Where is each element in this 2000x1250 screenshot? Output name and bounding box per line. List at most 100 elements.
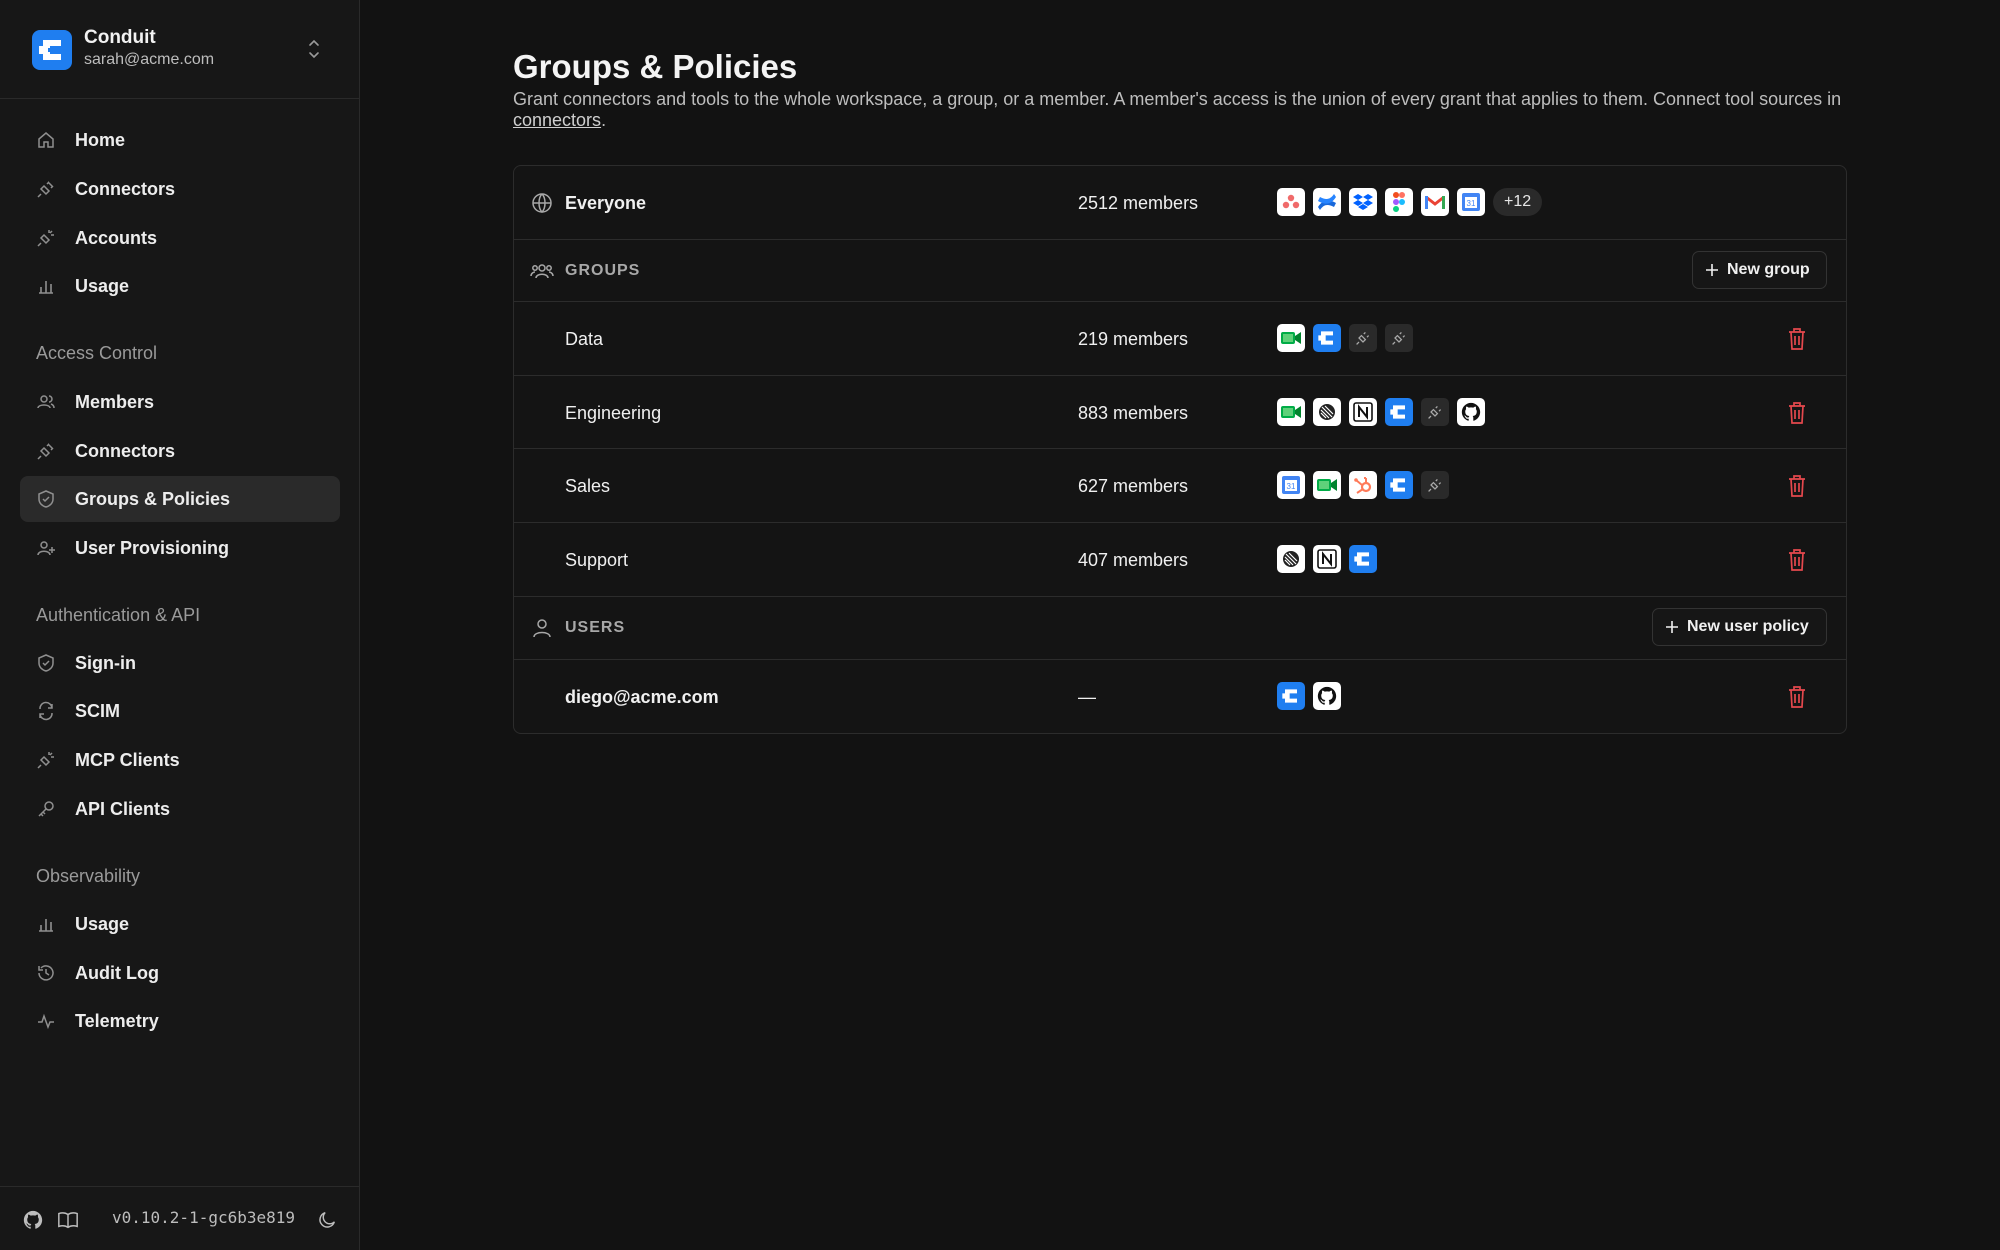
nav-item-access-connectors[interactable]: Connectors [20,428,340,474]
nav-item-members[interactable]: Members [20,379,340,425]
nav-item-mcp-clients[interactable]: MCP Clients [20,737,340,783]
trash-icon[interactable] [1786,474,1808,498]
nav-item-api-clients[interactable]: API Clients [20,786,340,832]
trash-icon[interactable] [1786,401,1808,425]
org-name: Conduit [84,27,156,48]
group-connectors: 31 [1277,471,1449,499]
page-description: Grant connectors and tools to the whole … [513,89,1843,131]
group-row-engineering[interactable]: Engineering 883 members [514,376,1846,449]
plus-icon [1706,264,1718,276]
nav-item-label: SCIM [75,701,120,721]
nav-item-label: Telemetry [75,1011,159,1031]
globe-icon [532,193,552,214]
user-plus-icon [37,541,55,556]
key-icon [38,801,54,817]
nav-item-audit-log[interactable]: Audit Log [20,950,340,996]
chevron-up-down-icon[interactable] [306,36,322,62]
nav-item-scim[interactable]: SCIM [20,688,340,734]
google-calendar-icon: 31 [1277,471,1305,499]
group-connectors [1277,324,1413,352]
everyone-members: 2512 members [1078,193,1199,213]
group-connectors [1277,545,1377,573]
group-row-data[interactable]: Data 219 members [514,302,1846,376]
google-calendar-icon: 31 [1457,188,1485,216]
nav-item-telemetry[interactable]: Telemetry [20,998,340,1044]
new-group-button[interactable]: New group [1692,251,1827,289]
group-members: 627 members [1078,476,1189,496]
groups-section-header: GROUPS New group [514,240,1846,302]
section-title-auth-api: Authentication & API [36,605,201,625]
generic-plug-icon [1349,324,1377,352]
book-icon[interactable] [57,1209,79,1231]
conduit-icon [1313,324,1341,352]
dropbox-icon [1349,188,1377,216]
nav-item-user-provisioning[interactable]: User Provisioning [20,525,340,571]
everyone-connectors: 31 +12 [1277,188,1543,216]
gmail-icon [1421,188,1449,216]
user-row-diego[interactable]: diego@acme.com — [514,660,1846,733]
nav-item-label: Sign-in [75,653,136,673]
nav-item-label: Audit Log [75,963,159,983]
sidebar-footer: v0.10.2-1-gc6b3e819 [0,1186,360,1250]
group-members: 407 members [1078,550,1189,570]
moon-icon[interactable] [316,1209,338,1231]
notion-icon [1313,545,1341,573]
trash-icon[interactable] [1786,548,1808,572]
group-members: 883 members [1078,403,1189,423]
sidebar: Conduit sarah@acme.com Home Connectors A… [0,0,360,1250]
nav-item-groups-policies[interactable]: Groups & Policies [20,476,340,522]
user-members: — [1078,687,1096,707]
nav-item-label: Usage [75,276,130,296]
section-title-observability: Observability [36,866,141,886]
group-row-support[interactable]: Support 407 members [514,523,1846,597]
nav-item-home[interactable]: Home [20,117,340,163]
google-meet-icon [1277,324,1305,352]
hubspot-icon [1349,471,1377,499]
conduit-icon [1385,471,1413,499]
bar-chart-icon [39,281,53,294]
google-meet-icon [1277,398,1305,426]
trash-icon[interactable] [1786,685,1808,709]
generic-plug-icon [1421,471,1449,499]
sync-icon [39,701,53,721]
history-icon [38,965,54,981]
user-icon [533,619,551,638]
svg-text:31: 31 [1467,199,1476,208]
trash-icon[interactable] [1786,327,1808,351]
plug-icon [37,181,54,198]
linear-icon [1313,398,1341,426]
more-connectors-badge[interactable]: +12 [1493,188,1543,216]
nav-item-sign-in[interactable]: Sign-in [20,640,340,686]
figma-icon [1385,188,1413,216]
group-row-sales[interactable]: Sales 627 members 31 [514,449,1846,523]
shield-icon [38,490,54,508]
nav-item-observability-usage[interactable]: Usage [20,901,340,947]
nav-item-accounts[interactable]: Accounts [20,215,340,261]
nav-item-label: Members [75,392,155,412]
connectors-link[interactable]: connectors [513,110,601,130]
group-name: Sales [565,476,611,496]
new-user-policy-label: New user policy [1687,618,1809,635]
github-icon [1457,398,1485,426]
google-meet-icon [1313,471,1341,499]
nav-item-connectors[interactable]: Connectors [20,166,340,212]
new-group-label: New group [1727,261,1810,278]
shield-check-icon [38,654,54,672]
github-icon[interactable] [22,1209,44,1231]
users-icon [37,395,55,409]
asana-icon [1277,188,1305,216]
group-connectors [1277,398,1485,426]
org-switcher[interactable]: Conduit sarah@acme.com [0,0,360,99]
everyone-row[interactable]: Everyone 2512 members 31 +12 [514,166,1846,240]
generic-plug-icon [1421,398,1449,426]
group-name: Data [565,329,604,349]
svg-text:31: 31 [1287,482,1296,491]
new-user-policy-button[interactable]: New user policy [1652,608,1827,646]
users-icon [530,264,554,279]
group-members: 219 members [1078,329,1189,349]
nav-item-usage[interactable]: Usage [20,263,340,309]
plug-icon [37,443,54,460]
conduit-logo-icon [32,30,72,70]
nav-item-label: Accounts [75,228,158,248]
user-connectors [1277,682,1341,710]
